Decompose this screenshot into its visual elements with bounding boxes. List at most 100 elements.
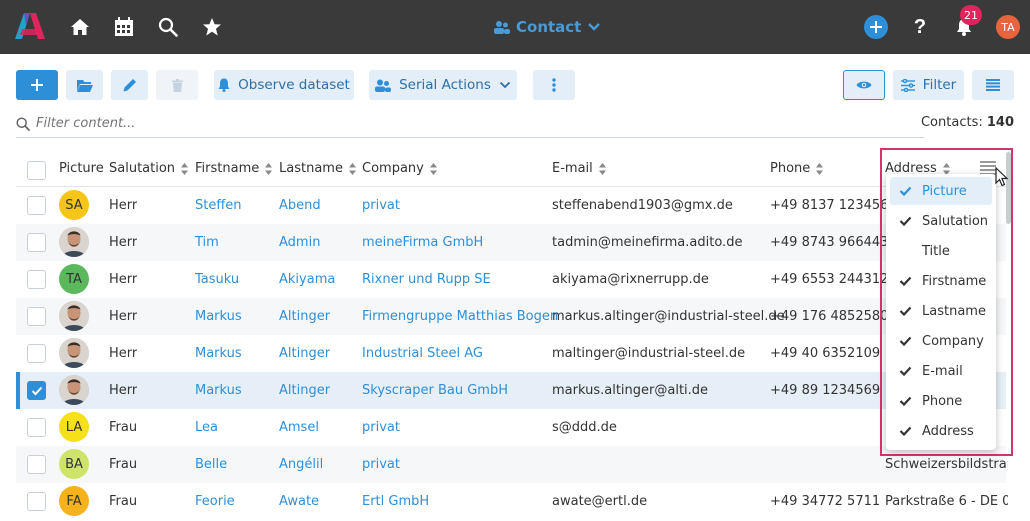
cell-company[interactable]: Skyscraper Bau GmbH — [362, 372, 508, 409]
table-row[interactable]: Herr Markus Altinger Industrial Steel AG mal… — [16, 335, 1006, 372]
cell-email: akiyama@rixnerrupp.de — [552, 272, 709, 287]
cell-lastname[interactable]: Admin — [279, 224, 320, 261]
cell-company[interactable]: privat — [362, 187, 400, 224]
cell-lastname[interactable]: Altinger — [279, 335, 330, 372]
row-checkbox[interactable] — [27, 344, 46, 363]
cell-email: steffenabend1903@gmx.de — [552, 198, 733, 213]
list-view-button[interactable] — [972, 70, 1014, 100]
cell-firstname[interactable]: Markus — [195, 335, 242, 372]
cell-firstname[interactable]: Lea — [195, 409, 218, 446]
avatar — [59, 227, 89, 257]
contacts-count-value: 140 — [986, 115, 1014, 130]
search-icon[interactable] — [156, 15, 180, 39]
check-icon — [894, 336, 916, 346]
filter-bar — [16, 110, 924, 138]
column-menu-item-title[interactable]: Title — [890, 237, 992, 265]
add-button[interactable] — [16, 70, 58, 100]
contacts-count: Contacts: 140 — [921, 115, 1014, 130]
cell-lastname[interactable]: Angélil — [279, 446, 323, 483]
row-checkbox[interactable] — [27, 418, 46, 437]
user-avatar[interactable]: TA — [996, 15, 1020, 39]
row-checkbox[interactable] — [27, 307, 46, 326]
filter-content-input[interactable] — [36, 116, 896, 131]
column-header-lastname[interactable]: Lastname — [279, 161, 356, 176]
cell-firstname[interactable]: Tim — [195, 224, 219, 261]
cell-firstname[interactable]: Belle — [195, 446, 227, 483]
cell-lastname[interactable]: Altinger — [279, 372, 330, 409]
column-menu-item-picture[interactable]: Picture — [890, 177, 992, 205]
table-row[interactable]: SA Herr Steffen Abend privat steffenabend1903… — [16, 187, 1006, 224]
delete-button[interactable] — [156, 70, 198, 100]
more-actions-button[interactable] — [533, 70, 575, 100]
column-header-firstname[interactable]: Firstname — [195, 161, 273, 176]
table-row[interactable]: BA Frau Belle Angélil privat Schweizersbildst… — [16, 446, 1008, 483]
view-toggle-button[interactable] — [843, 70, 885, 100]
observe-dataset-button[interactable]: Observe dataset — [214, 70, 354, 100]
edit-button[interactable] — [111, 70, 148, 100]
column-menu-item-address[interactable]: Address — [890, 417, 992, 445]
cell-salutation: Herr — [109, 309, 138, 324]
cell-lastname[interactable]: Akiyama — [279, 261, 335, 298]
table-row[interactable]: TA Herr Tasuku Akiyama Rixner und Rupp SE aki… — [16, 261, 1006, 298]
select-all-checkbox[interactable] — [27, 161, 46, 180]
cell-company[interactable]: Firmengruppe Matthias Bogen — [362, 298, 558, 335]
cell-firstname[interactable]: Feorie — [195, 483, 235, 520]
column-menu-item-lastname[interactable]: Lastname — [890, 297, 992, 325]
column-menu-item-email[interactable]: E-mail — [890, 357, 992, 385]
filter-button[interactable]: Filter — [893, 70, 964, 100]
cell-company[interactable]: meineFirma GmbH — [362, 224, 483, 261]
column-menu-item-phone[interactable]: Phone — [890, 387, 992, 415]
row-checkbox[interactable] — [27, 196, 46, 215]
cell-address: Parkstraße 6 - DE 04 — [885, 494, 1008, 509]
quick-add-button[interactable] — [864, 15, 888, 39]
cell-firstname[interactable]: Steffen — [195, 187, 242, 224]
cell-lastname[interactable]: Awate — [279, 483, 319, 520]
chevron-down-icon — [588, 23, 601, 31]
cell-company[interactable]: privat — [362, 409, 400, 446]
table-row[interactable]: FA Frau Feorie Awate Ertl GmbH awate@ertl.de +… — [16, 483, 1008, 520]
filter-label: Filter — [922, 77, 957, 93]
column-header-company[interactable]: Company — [362, 161, 437, 176]
chevron-down-icon — [499, 81, 511, 89]
adito-logo[interactable] — [14, 11, 46, 41]
row-checkbox[interactable] — [27, 381, 46, 400]
cell-company[interactable]: privat — [362, 446, 400, 483]
help-icon[interactable]: ? — [908, 15, 932, 39]
cell-email: markus.altinger@alti.de — [552, 383, 709, 398]
table-row[interactable]: Herr Tim Admin meineFirma GmbH tadmin@meinef… — [16, 224, 1006, 261]
row-checkbox[interactable] — [27, 455, 46, 474]
column-menu-item-company[interactable]: Company — [890, 327, 992, 355]
column-menu-item-salutation[interactable]: Salutation — [890, 207, 992, 235]
column-menu-label: Picture — [922, 183, 967, 199]
cell-salutation: Herr — [109, 235, 138, 250]
cell-lastname[interactable]: Altinger — [279, 298, 330, 335]
table-row[interactable]: Herr Markus Altinger Skyscraper Bau GmbH mar… — [16, 372, 1006, 409]
cell-company[interactable]: Ertl GmbH — [362, 483, 429, 520]
context-selector[interactable]: Contact — [494, 16, 601, 38]
avatar: LA — [59, 412, 89, 442]
check-icon — [894, 366, 916, 376]
cell-company[interactable]: Rixner und Rupp SE — [362, 261, 491, 298]
calendar-icon[interactable] — [112, 15, 136, 39]
column-header-salutation[interactable]: Salutation — [109, 161, 189, 176]
cell-lastname[interactable]: Amsel — [279, 409, 319, 446]
column-header-email[interactable]: E-mail — [552, 161, 606, 176]
table-row[interactable]: Herr Markus Altinger Firmengruppe Matthias … — [16, 298, 1006, 335]
star-icon[interactable] — [200, 15, 224, 39]
column-header-phone[interactable]: Phone — [770, 161, 824, 176]
serial-actions-button[interactable]: Serial Actions — [369, 70, 517, 100]
row-checkbox[interactable] — [27, 233, 46, 252]
table-row[interactable]: LA Frau Lea Amsel privat s@ddd.de — [16, 409, 1006, 446]
column-menu-label: Title — [922, 243, 950, 259]
cell-company[interactable]: Industrial Steel AG — [362, 335, 483, 372]
row-checkbox[interactable] — [27, 492, 46, 511]
cell-firstname[interactable]: Markus — [195, 372, 242, 409]
cell-firstname[interactable]: Markus — [195, 298, 242, 335]
open-folder-button[interactable] — [66, 70, 103, 100]
cell-firstname[interactable]: Tasuku — [195, 261, 239, 298]
column-menu-item-firstname[interactable]: Firstname — [890, 267, 992, 295]
sort-icon — [181, 162, 189, 175]
row-checkbox[interactable] — [27, 270, 46, 289]
cell-lastname[interactable]: Abend — [279, 187, 321, 224]
home-icon[interactable] — [68, 15, 92, 39]
